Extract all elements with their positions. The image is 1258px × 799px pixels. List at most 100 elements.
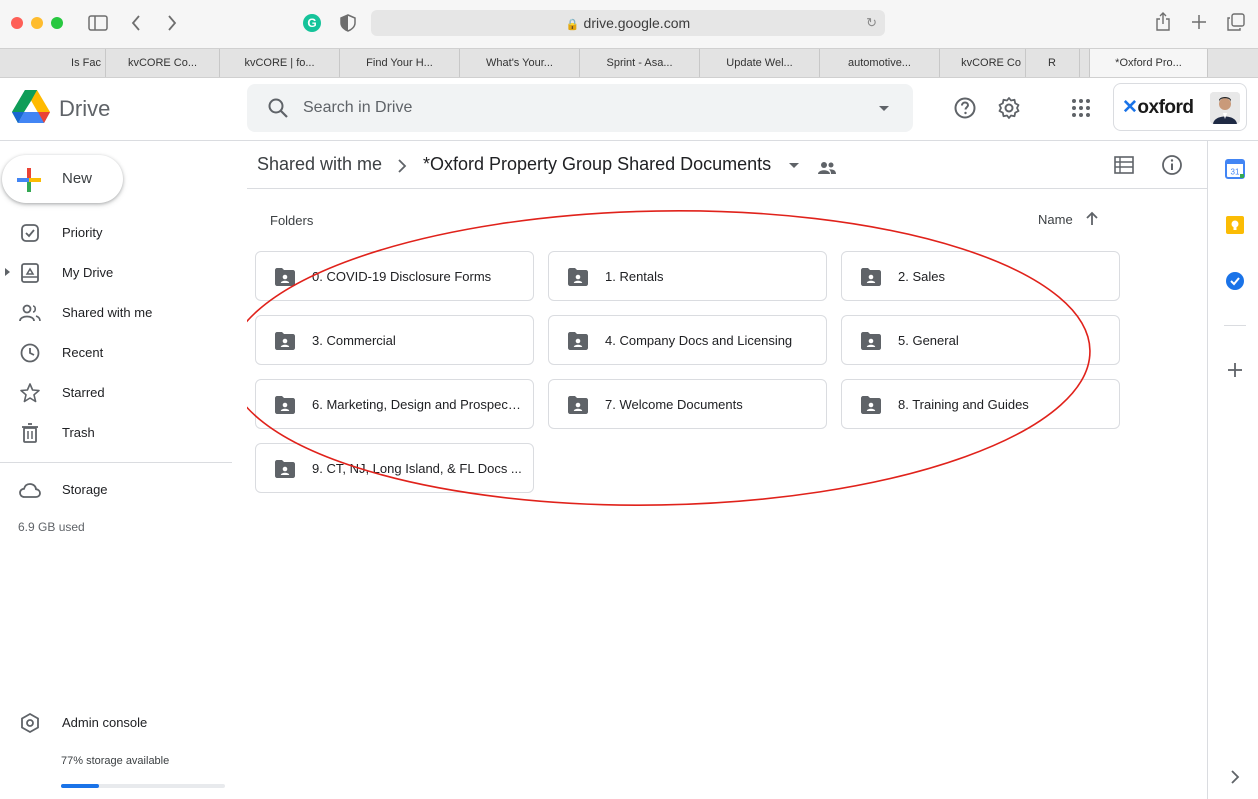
- expand-arrow-icon[interactable]: [5, 268, 10, 276]
- folder-name: 9. CT, NJ, Long Island, & FL Docs ...: [312, 461, 522, 476]
- folder-tile[interactable]: 4. Company Docs and Licensing: [548, 315, 827, 365]
- browser-tab[interactable]: kvCORE | fo...: [220, 49, 340, 77]
- svg-text:31: 31: [1231, 168, 1240, 177]
- shared-folder-icon: [275, 396, 295, 414]
- drive-logo-icon[interactable]: [12, 90, 50, 124]
- folder-name: 4. Company Docs and Licensing: [605, 333, 793, 348]
- add-addon-plus-icon[interactable]: [1225, 360, 1245, 380]
- sidebar-item-recent[interactable]: Recent: [0, 337, 232, 369]
- folder-name: 8. Training and Guides: [898, 397, 1029, 412]
- shared-folder-icon: [568, 396, 588, 414]
- back-icon[interactable]: [130, 14, 142, 32]
- side-panel: 31: [1207, 141, 1258, 799]
- priority-icon: [21, 224, 39, 242]
- share-icon[interactable]: [1155, 12, 1171, 32]
- privacy-shield-icon[interactable]: [340, 14, 356, 32]
- shared-folder-icon: [861, 332, 881, 350]
- sort-ascending-arrow-icon[interactable]: [1083, 210, 1101, 228]
- browser-tab[interactable]: Sprint - Asa...: [580, 49, 700, 77]
- tasks-icon[interactable]: [1225, 271, 1245, 291]
- reload-icon[interactable]: ↻: [866, 10, 877, 36]
- new-tab-icon[interactable]: [1191, 14, 1207, 30]
- browser-tab[interactable]: Is Fac: [0, 49, 106, 77]
- folder-tile[interactable]: 1. Rentals: [548, 251, 827, 301]
- search-box[interactable]: [247, 84, 913, 132]
- sidebar-item-label: Priority: [62, 225, 103, 240]
- browser-tab[interactable]: R: [1026, 49, 1080, 77]
- sidebar-item-priority[interactable]: Priority: [0, 217, 232, 249]
- sidebar-item-label: Shared with me: [62, 305, 153, 320]
- list-view-icon[interactable]: [1113, 154, 1135, 176]
- sidebar-item-label: Admin console: [62, 715, 148, 730]
- folder-name: 1. Rentals: [605, 269, 664, 284]
- breadcrumb-shared-with-me[interactable]: Shared with me: [257, 154, 382, 175]
- browser-tab[interactable]: kvCORE Co: [940, 49, 1026, 77]
- folder-menu-caret-icon[interactable]: [789, 163, 799, 168]
- folder-tile[interactable]: 9. CT, NJ, Long Island, & FL Docs ...: [255, 443, 534, 493]
- folder-tile[interactable]: 3. Commercial: [255, 315, 534, 365]
- avatar[interactable]: [1210, 92, 1240, 124]
- shared-folder-icon: [568, 332, 588, 350]
- account-switcher[interactable]: ✕oxford: [1113, 83, 1247, 131]
- lock-icon: 🔒: [565, 19, 580, 31]
- sort-by-name-button[interactable]: Name: [1038, 212, 1073, 227]
- folder-tile[interactable]: 0. COVID-19 Disclosure Forms: [255, 251, 534, 301]
- browser-tab[interactable]: What's Your...: [460, 49, 580, 77]
- chevron-right-icon[interactable]: [1225, 767, 1245, 787]
- forward-icon[interactable]: [166, 14, 178, 32]
- search-input[interactable]: [303, 96, 863, 120]
- sidebar-item-admin-console[interactable]: Admin console: [0, 707, 232, 739]
- sidebar-item-my-drive[interactable]: My Drive: [0, 257, 232, 289]
- folder-name: 7. Welcome Documents: [605, 397, 743, 412]
- browser-tab-strip: Is Fac kvCORE Co... kvCORE | fo... Find …: [0, 48, 1258, 78]
- shared-folder-icon: [275, 268, 295, 286]
- tab-overview-icon[interactable]: [1227, 13, 1245, 31]
- new-button[interactable]: New: [2, 155, 123, 203]
- folder-tile[interactable]: 6. Marketing, Design and Prospect...: [255, 379, 534, 429]
- app-title[interactable]: Drive: [59, 96, 110, 122]
- sidebar-divider: [0, 462, 232, 463]
- shared-folder-icon: [275, 332, 295, 350]
- info-icon[interactable]: [1160, 153, 1184, 177]
- keep-icon[interactable]: [1225, 215, 1245, 235]
- apps-grid-icon[interactable]: [1069, 96, 1093, 120]
- breadcrumb-current-folder[interactable]: *Oxford Property Group Shared Documents: [423, 154, 771, 175]
- folder-tile[interactable]: 8. Training and Guides: [841, 379, 1120, 429]
- calendar-icon[interactable]: 31: [1225, 159, 1245, 179]
- browser-tab[interactable]: kvCORE Co...: [106, 49, 220, 77]
- folder-tile[interactable]: 5. General: [841, 315, 1120, 365]
- browser-tab[interactable]: automotive...: [820, 49, 940, 77]
- folders-heading: Folders: [270, 213, 314, 228]
- storage-available-text: 77% storage available: [61, 755, 170, 767]
- shared-people-icon: [818, 162, 836, 174]
- folder-tile[interactable]: 7. Welcome Documents: [548, 379, 827, 429]
- main-content: Shared with me *Oxford Property Group Sh…: [247, 141, 1207, 799]
- search-options-icon[interactable]: [879, 106, 889, 111]
- minimize-window-button[interactable]: [31, 17, 43, 29]
- zoom-window-button[interactable]: [51, 17, 63, 29]
- sidebar: New Priority My Drive Shared with me Rec…: [0, 141, 240, 799]
- sidebar-item-trash[interactable]: Trash: [0, 417, 232, 449]
- new-button-label: New: [62, 170, 93, 187]
- search-icon[interactable]: [267, 97, 289, 119]
- sidebar-item-label: Recent: [62, 345, 104, 360]
- sidebar-item-shared-with-me[interactable]: Shared with me: [0, 297, 232, 329]
- star-icon: [20, 383, 40, 403]
- address-bar[interactable]: 🔒 drive.google.com ↻: [371, 10, 885, 36]
- close-window-button[interactable]: [11, 17, 23, 29]
- sidebar-toggle-icon[interactable]: [88, 14, 108, 32]
- storage-used-text: 6.9 GB used: [18, 520, 85, 534]
- browser-tab[interactable]: Find Your H...: [340, 49, 460, 77]
- sidebar-item-label: Storage: [62, 482, 108, 497]
- folder-name: 6. Marketing, Design and Prospect...: [312, 397, 522, 412]
- side-panel-divider: [1224, 325, 1246, 326]
- sidebar-item-starred[interactable]: Starred: [0, 377, 232, 409]
- settings-gear-icon[interactable]: [997, 96, 1021, 120]
- help-icon[interactable]: [953, 96, 977, 120]
- browser-tab-active[interactable]: *Oxford Pro...: [1090, 49, 1208, 77]
- folder-tile[interactable]: 2. Sales: [841, 251, 1120, 301]
- grammarly-extension-icon[interactable]: G: [303, 14, 321, 32]
- shared-folder-icon: [861, 268, 881, 286]
- sidebar-item-storage[interactable]: Storage: [0, 474, 232, 506]
- browser-tab[interactable]: Update Wel...: [700, 49, 820, 77]
